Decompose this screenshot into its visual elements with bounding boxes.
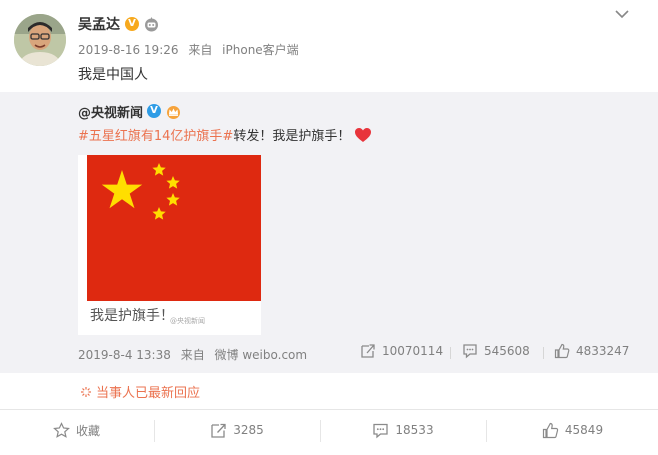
- robot-icon: [145, 17, 158, 31]
- verified-blue-icon: V: [147, 104, 162, 118]
- author-name[interactable]: 吴孟达: [78, 14, 120, 34]
- image-caption: 我是护旗手！: [90, 308, 174, 324]
- like-icon: [554, 343, 570, 359]
- share-icon: [211, 423, 226, 438]
- verified-badge-icon: V: [125, 17, 139, 31]
- repost-author-row: @央视新闻 V: [78, 101, 182, 121]
- repost-image-card[interactable]: 我是护旗手！ @央视新闻: [78, 155, 261, 335]
- repost-body: 转发！我是护旗手！: [233, 129, 351, 144]
- post-source[interactable]: iPhone客户端: [222, 43, 299, 57]
- chevron-down-icon[interactable]: [612, 7, 632, 21]
- repost-box: @央视新闻 V #五星红旗有14亿护旗手# 转发！我是护旗手！ 我是护旗手！ @…: [0, 92, 658, 373]
- repost-count: 3285: [233, 423, 264, 437]
- crown-icon: [167, 105, 181, 119]
- warning-icon: [81, 386, 91, 397]
- comment-icon: [463, 344, 477, 359]
- action-bar: 收藏 3285 18533 45849: [0, 409, 658, 455]
- post-date[interactable]: 2019-8-16 19:26: [78, 43, 179, 57]
- post-text: 我是中国人: [78, 67, 148, 83]
- repost-text: #五星红旗有14亿护旗手# 转发！我是护旗手！: [78, 125, 372, 144]
- like-button[interactable]: 45849: [487, 410, 658, 450]
- author-row: 吴孟达 V: [78, 14, 159, 34]
- post-meta: 2019-8-16 19:26 来自 iPhone客户端: [78, 41, 305, 58]
- image-watermark: @央视新闻: [170, 317, 205, 325]
- repost-count-button[interactable]: 10070114: [360, 343, 443, 359]
- notice-text: 当事人已最新回应: [96, 386, 201, 401]
- repost-likes-count: 4833247: [576, 344, 630, 358]
- comment-count-button[interactable]: 545608: [462, 343, 530, 359]
- like-icon: [542, 422, 559, 438]
- share-icon: [361, 344, 375, 358]
- repost-meta: 2019-8-4 13:38 来自 微博 weibo.com: [78, 346, 313, 363]
- avatar-portrait: [14, 14, 66, 66]
- favorite-button[interactable]: 收藏: [0, 410, 153, 450]
- repost-button[interactable]: 3285: [155, 410, 319, 450]
- comment-icon: [373, 423, 389, 438]
- repost-source-prefix: 来自: [180, 348, 205, 362]
- favorite-label: 收藏: [75, 423, 100, 438]
- repost-comments-count: 545608: [484, 344, 530, 358]
- author-avatar[interactable]: [14, 14, 66, 66]
- china-flag-image: [87, 155, 261, 301]
- comment-button[interactable]: 18533: [321, 410, 485, 450]
- weibo-post-card: 吴孟达 V 2019-8-16 19:26 来自 iPhone客户端 我是中国人…: [0, 0, 658, 455]
- like-count-button[interactable]: 4833247: [554, 343, 629, 359]
- stat-divider: [543, 347, 544, 359]
- repost-author[interactable]: @央视新闻: [78, 102, 143, 121]
- heart-icon: [355, 127, 372, 142]
- repost-date[interactable]: 2019-8-4 13:38: [78, 348, 171, 362]
- repost-hashtag[interactable]: #五星红旗有14亿护旗手#: [78, 125, 233, 144]
- comment-count: 18533: [395, 423, 434, 437]
- star-icon: [53, 421, 70, 438]
- stat-divider: [450, 347, 451, 359]
- like-count: 45849: [564, 423, 604, 437]
- repost-reposts-count: 10070114: [382, 344, 444, 358]
- repost-source[interactable]: 微博 weibo.com: [215, 348, 308, 362]
- response-notice[interactable]: 当事人已最新回应: [80, 382, 200, 401]
- post-source-prefix: 来自: [188, 43, 213, 57]
